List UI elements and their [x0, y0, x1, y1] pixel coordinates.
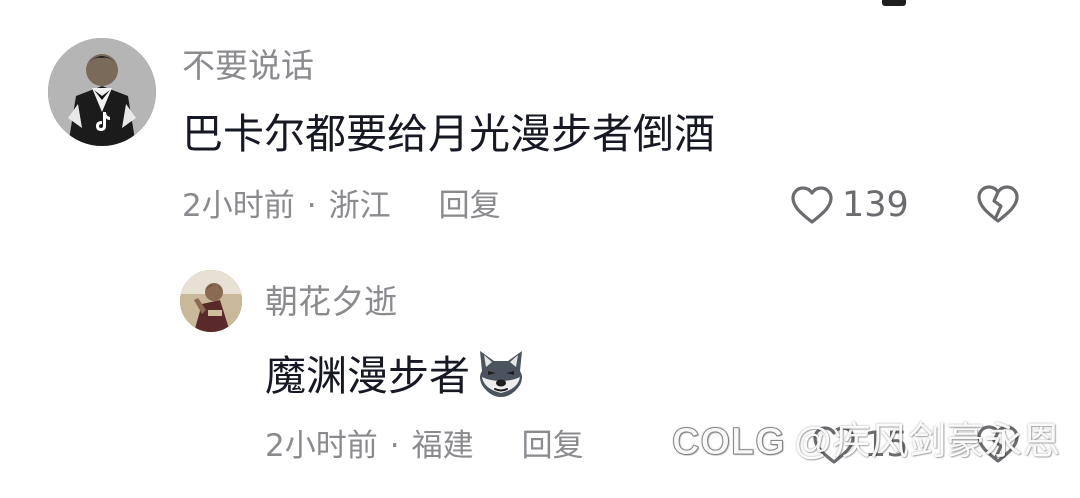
separator-dot: ·	[389, 428, 400, 464]
comment-meta: 2小时前 · 福建 回复	[265, 426, 584, 466]
timestamp: 2小时前	[182, 188, 295, 224]
watermark-text: @疾风剑豪永恩	[793, 421, 1061, 463]
heart-outline-icon	[791, 186, 833, 224]
reply-button[interactable]: 回复	[439, 186, 501, 226]
avatar[interactable]	[48, 38, 156, 146]
watermark: COLG @疾风剑豪永恩	[672, 418, 1061, 466]
timestamp: 2小时前	[265, 428, 378, 464]
broken-heart-icon	[977, 185, 1019, 223]
location: 浙江	[328, 188, 391, 224]
avatar[interactable]	[180, 270, 242, 332]
like-count: 139	[842, 185, 909, 225]
avatar-image	[180, 270, 242, 332]
separator-dot: ·	[306, 188, 317, 224]
comment-text: 巴卡尔都要给月光漫步者倒酒	[182, 110, 715, 158]
username[interactable]: 不要说话	[182, 46, 314, 86]
comment-text: 魔渊漫步者	[265, 352, 470, 400]
wolf-face-emoji	[474, 347, 528, 411]
dislike-button[interactable]	[976, 184, 1020, 228]
reply-text-row: 魔渊漫步者	[265, 347, 528, 411]
username[interactable]: 朝花夕逝	[265, 282, 397, 322]
reply-button[interactable]: 回复	[522, 426, 584, 466]
colg-logo: COLG	[672, 421, 786, 464]
comment-meta: 2小时前 · 浙江 回复	[182, 186, 501, 226]
like-button[interactable]: 139	[790, 185, 909, 225]
location: 福建	[411, 428, 474, 464]
avatar-image	[48, 38, 156, 146]
comment-item: 不要说话 巴卡尔都要给月光漫步者倒酒 2小时前 · 浙江 回复 139	[0, 0, 1080, 250]
